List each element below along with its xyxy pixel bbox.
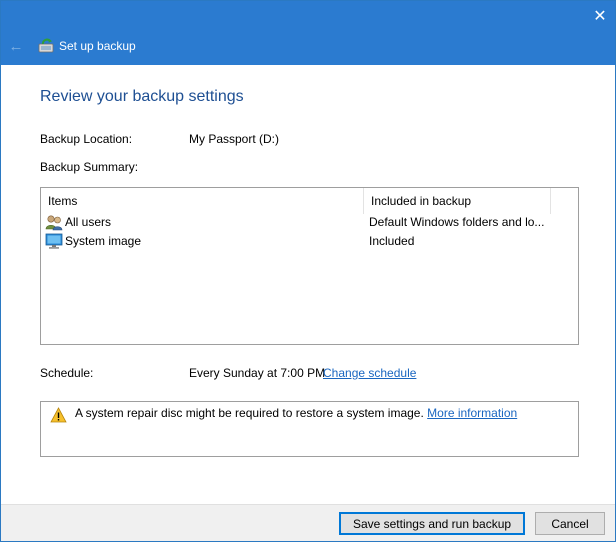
more-information-link[interactable]: More information	[427, 406, 517, 420]
column-header-items[interactable]: Items	[41, 188, 363, 214]
list-item[interactable]: All users Default Windows folders and lo…	[41, 213, 578, 232]
list-item-included: Default Windows folders and lo...	[369, 215, 545, 229]
column-header-filler	[550, 188, 578, 214]
backup-location-value: My Passport (D:)	[189, 132, 280, 146]
change-schedule-link[interactable]: Change schedule	[323, 366, 416, 380]
list-item-name: System image	[65, 234, 142, 248]
column-header-included[interactable]: Included in backup	[363, 188, 550, 214]
backup-app-icon	[38, 38, 54, 53]
title-bar: ✕ ← Set up backup	[1, 1, 615, 65]
close-icon: ✕	[593, 8, 607, 25]
list-item-name: All users	[65, 215, 112, 229]
list-item-included: Included	[369, 234, 415, 248]
schedule-label: Schedule:	[40, 366, 94, 380]
page-title: Review your backup settings	[40, 88, 244, 105]
warning-text: A system repair disc might be required t…	[75, 406, 424, 420]
backup-summary-label: Backup Summary:	[40, 160, 139, 174]
dialog-footer: Save settings and run backup Cancel	[1, 504, 615, 541]
save-and-run-button[interactable]: Save settings and run backup	[339, 512, 525, 535]
back-arrow-icon: ←	[8, 37, 24, 55]
window-title: Set up backup	[59, 39, 136, 53]
close-button[interactable]: ✕	[585, 1, 615, 31]
schedule-value: Every Sunday at 7:00 PM	[189, 366, 326, 380]
backup-summary-list[interactable]: Items Included in backup All users Defau…	[40, 187, 579, 345]
backup-location-label: Backup Location:	[40, 132, 133, 146]
back-button[interactable]: ←	[7, 37, 25, 55]
cancel-button[interactable]: Cancel	[535, 512, 605, 535]
list-item[interactable]: System image Included	[41, 232, 578, 251]
users-icon	[45, 215, 63, 231]
list-header: Items Included in backup	[41, 188, 578, 214]
warning-icon	[50, 407, 67, 423]
warning-panel: A system repair disc might be required t…	[40, 401, 579, 457]
backup-dialog: ✕ ← Set up backup Review your backup set…	[0, 0, 616, 542]
monitor-icon	[45, 233, 63, 249]
warning-message: A system repair disc might be required t…	[75, 406, 517, 420]
